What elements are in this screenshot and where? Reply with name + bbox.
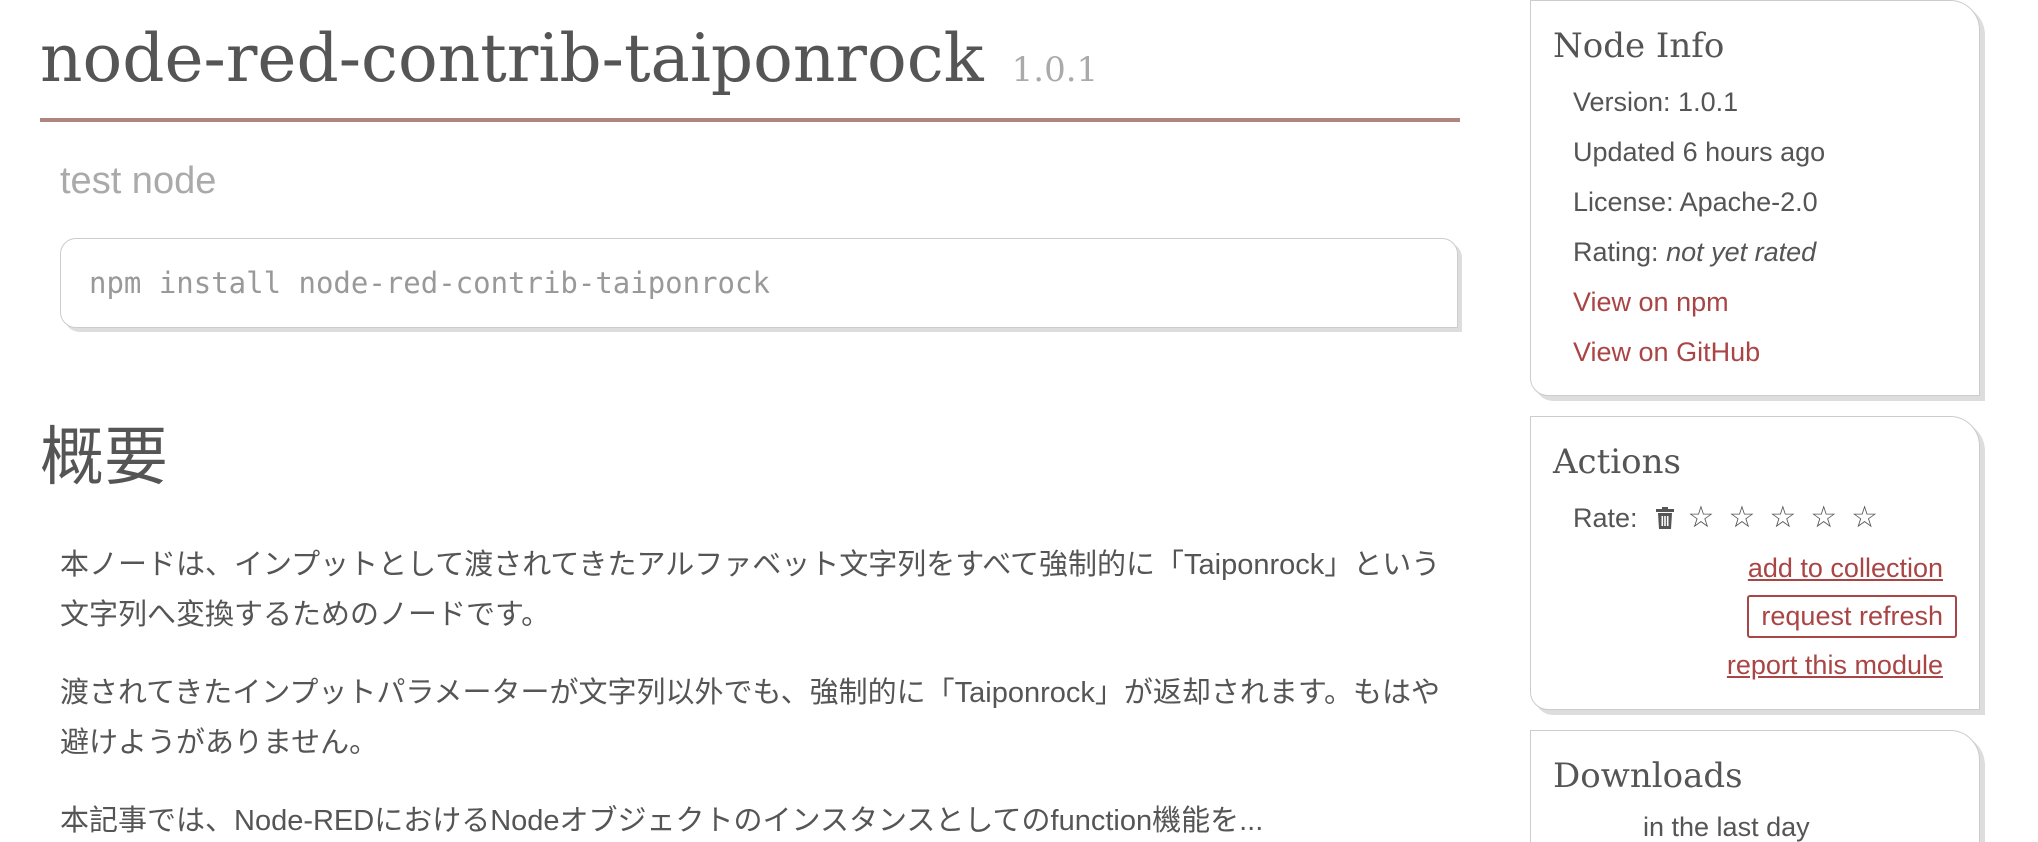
license-info: License: Apache-2.0: [1573, 187, 1818, 217]
actions-panel: Actions Rate: ☆ ☆ ☆ ☆ ☆ add to collectio…: [1530, 416, 1980, 710]
view-on-npm-link[interactable]: View on npm: [1573, 287, 1729, 317]
rate-label: Rate:: [1573, 503, 1638, 533]
star-icon[interactable]: ☆: [1851, 503, 1878, 533]
report-module-link[interactable]: report this module: [1553, 640, 1957, 690]
package-version: 1.0.1: [1011, 50, 1099, 90]
package-description: test node: [60, 160, 217, 202]
package-title: node-red-contrib-taiponrock: [40, 20, 984, 97]
updated-info: Updated 6 hours ago: [1573, 137, 1826, 167]
downloads-title: Downloads: [1553, 756, 1743, 796]
node-info-title: Node Info: [1553, 26, 1725, 66]
star-icon[interactable]: ☆: [1769, 503, 1796, 533]
rating-info: Rating: not yet rated: [1553, 227, 1957, 277]
star-icon[interactable]: ☆: [1688, 503, 1715, 533]
star-icon[interactable]: ☆: [1810, 503, 1837, 533]
downloads-last-day-label: in the last day: [1643, 812, 1810, 842]
readme-heading: 概要: [40, 421, 168, 495]
star-icon[interactable]: ☆: [1728, 503, 1755, 533]
rating-value: not yet rated: [1666, 237, 1817, 267]
package-page: node-red-contrib-taiponrock 1.0.1 test n…: [0, 0, 2038, 842]
view-on-github-link[interactable]: View on GitHub: [1573, 337, 1760, 367]
actions-title: Actions: [1553, 442, 1681, 482]
version-info: Version: 1.0.1: [1573, 87, 1739, 117]
npm-link-row: View on npm: [1553, 277, 1957, 327]
trash-icon[interactable]: [1655, 507, 1674, 529]
downloads-panel: Downloads in the last day: [1530, 730, 1980, 842]
readme-paragraph: 本記事では、Node-REDにおけるNodeオブジェクトのインスタンスとしてのf…: [60, 805, 1264, 837]
sidebar: Node Info Version: 1.0.1 Updated 6 hours…: [1530, 0, 1980, 842]
node-info-panel: Node Info Version: 1.0.1 Updated 6 hours…: [1530, 0, 1980, 396]
install-command-box[interactable]: npm install node-red-contrib-taiponrock: [60, 238, 1458, 328]
readme-paragraph: 本ノードは、インプットとして渡されてきたアルファベット文字列をすべて強制的に「T…: [60, 549, 1441, 631]
rating-label: Rating:: [1573, 237, 1667, 267]
request-refresh-button[interactable]: request refresh: [1747, 595, 1957, 638]
add-to-collection-link[interactable]: add to collection: [1553, 543, 1957, 593]
rate-row: Rate: ☆ ☆ ☆ ☆ ☆: [1553, 493, 1957, 543]
readme-paragraph: 渡されてきたインプットパラメーターが文字列以外でも、強制的に「Taiponroc…: [60, 677, 1440, 759]
github-link-row: View on GitHub: [1553, 327, 1957, 377]
package-header: node-red-contrib-taiponrock 1.0.1: [40, 0, 1460, 122]
package-main: node-red-contrib-taiponrock 1.0.1 test n…: [40, 0, 1460, 842]
